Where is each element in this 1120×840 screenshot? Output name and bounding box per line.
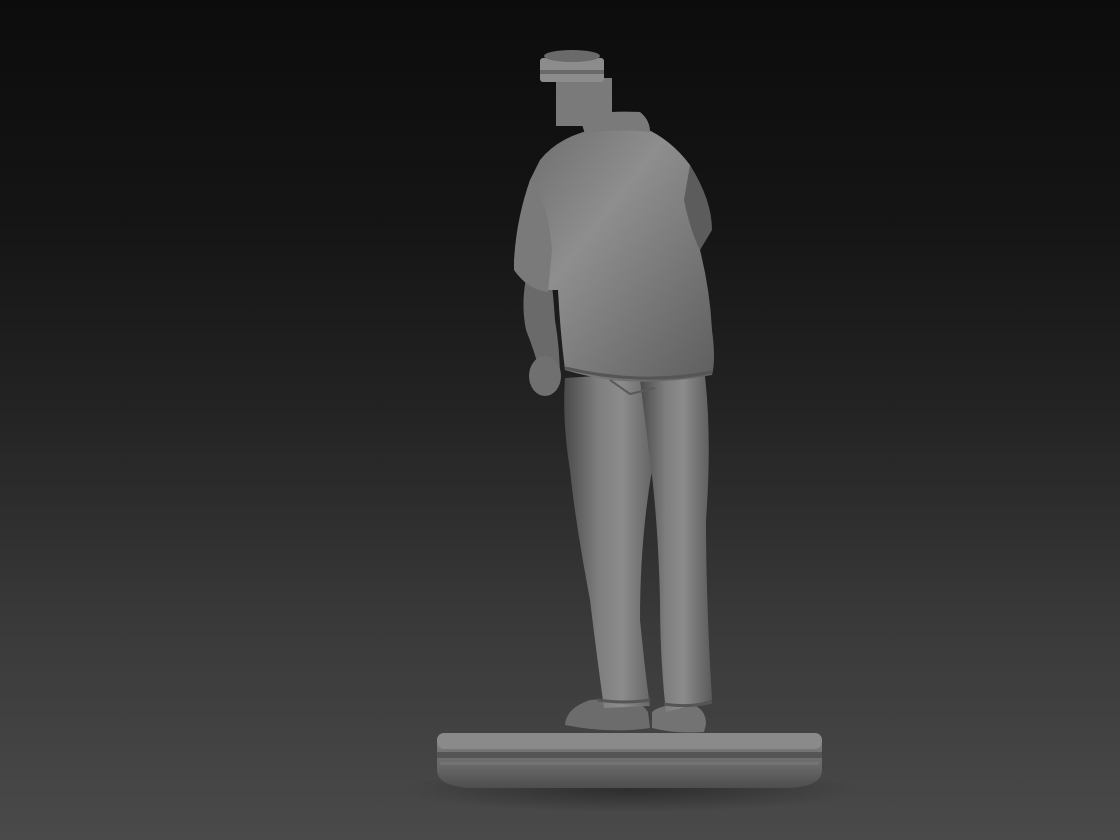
pedestal bbox=[437, 733, 822, 788]
sculpt-model bbox=[400, 50, 860, 812]
jeans bbox=[564, 372, 713, 712]
sculpt-viewport[interactable] bbox=[0, 0, 1120, 840]
neck-stump bbox=[540, 50, 612, 126]
